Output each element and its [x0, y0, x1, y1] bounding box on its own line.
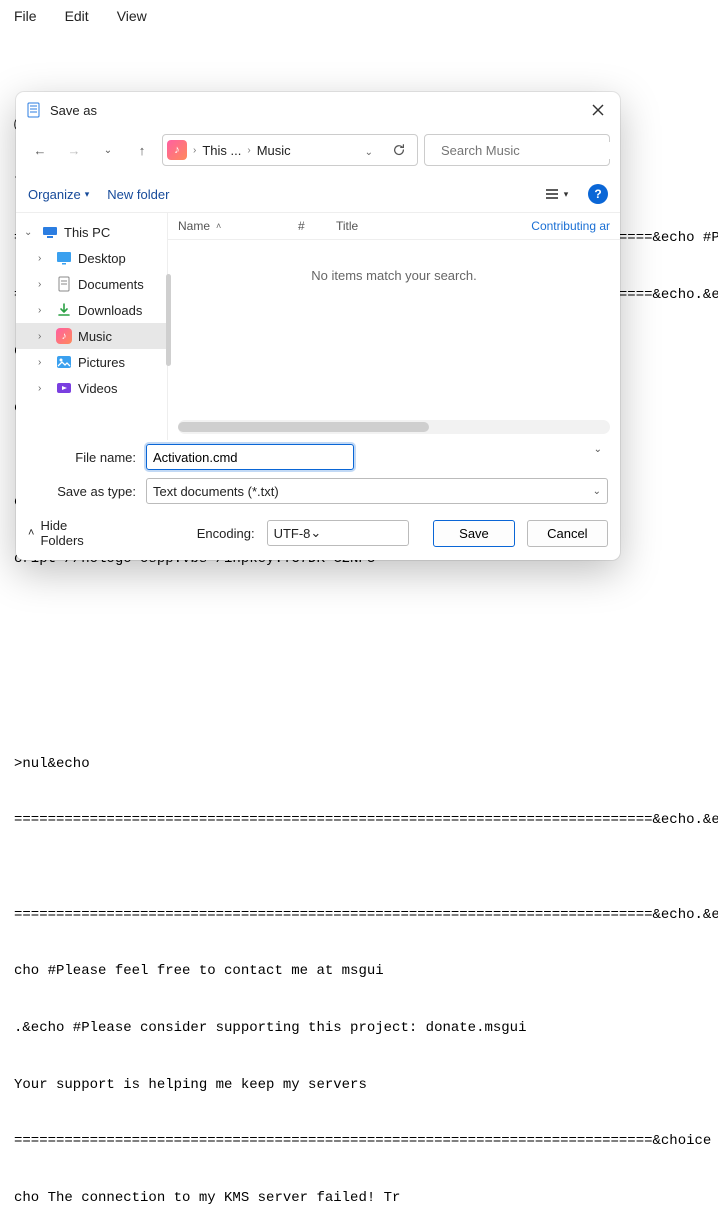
filename-input[interactable]	[146, 444, 354, 470]
chevron-right-icon: ›	[38, 331, 50, 342]
notepad-icon	[26, 102, 42, 118]
encoding-label: Encoding:	[197, 526, 255, 541]
tree-item-music[interactable]: › ♪ Music	[16, 323, 167, 349]
splitter-handle[interactable]	[166, 274, 171, 366]
savetype-row: Save as type: Text documents (*.txt) ⌄	[16, 474, 620, 508]
save-button[interactable]: Save	[433, 520, 514, 547]
tree-item-desktop[interactable]: › Desktop	[16, 245, 167, 271]
editor-line: cho #Please feel free to contact me at m…	[14, 962, 704, 981]
arrow-left-icon: ←	[34, 143, 47, 158]
desktop-icon	[56, 250, 72, 266]
savetype-combo[interactable]: Text documents (*.txt) ⌄	[146, 478, 608, 504]
arrow-up-icon: ↑	[139, 143, 146, 158]
chevron-right-icon: ›	[38, 253, 50, 264]
tree-item-pictures[interactable]: › Pictures	[16, 349, 167, 375]
list-view-icon	[544, 187, 562, 201]
chevron-down-icon: ⌄	[310, 525, 321, 541]
hide-folders-button[interactable]: ˄ Hide Folders	[28, 518, 113, 548]
chevron-right-icon: ›	[193, 145, 196, 156]
horizontal-scrollbar[interactable]	[178, 420, 610, 434]
scrollbar-thumb[interactable]	[178, 422, 429, 432]
music-icon: ♪	[56, 328, 72, 344]
col-contributing[interactable]: Contributing ar	[531, 219, 610, 233]
empty-message: No items match your search.	[168, 240, 620, 420]
chevron-right-icon: ›	[38, 357, 50, 368]
chevron-down-icon: ⌄	[594, 444, 602, 455]
pc-icon	[42, 224, 58, 240]
savetype-label: Save as type:	[28, 484, 136, 499]
filename-label: File name:	[28, 450, 136, 465]
document-icon	[56, 276, 72, 292]
editor-line: ========================================…	[14, 906, 704, 925]
chevron-right-icon: ›	[38, 305, 50, 316]
nav-row: ← → ⌄ ↑ ♪ › This ... › Music ⌄	[16, 130, 620, 176]
col-title[interactable]: Title	[336, 219, 531, 233]
help-button[interactable]: ?	[588, 184, 608, 204]
menu-view[interactable]: View	[117, 8, 147, 24]
menu-edit[interactable]: Edit	[65, 8, 89, 24]
editor-line: .&echo #Please consider supporting this …	[14, 1019, 704, 1038]
editor-line: ========================================…	[14, 811, 704, 830]
arrow-right-icon: →	[68, 143, 81, 158]
chevron-up-icon: ˄	[28, 527, 34, 539]
filename-row: File name: ⌄	[16, 440, 620, 474]
caret-down-icon: ▾	[564, 189, 569, 200]
tree-item-thispc[interactable]: ⌄ This PC	[16, 219, 167, 245]
file-list-area: Name˄ # Title Contributing ar No items m…	[168, 213, 620, 440]
tree-item-videos[interactable]: › Videos	[16, 375, 167, 401]
close-button[interactable]	[584, 98, 612, 122]
editor-line: >nul&echo	[14, 755, 704, 774]
col-name[interactable]: Name˄	[178, 219, 298, 233]
dialog-body: ⌄ This PC › Desktop › Documents › Downlo…	[16, 213, 620, 440]
tree-item-documents[interactable]: › Documents	[16, 271, 167, 297]
save-as-dialog: Save as ← → ⌄ ↑ ♪ › This ... › Music ⌄ O…	[16, 92, 620, 560]
search-input[interactable]	[439, 142, 619, 159]
recent-button[interactable]: ⌄	[94, 136, 122, 164]
sort-asc-icon: ˄	[216, 221, 221, 231]
chevron-down-icon: ⌄	[24, 227, 36, 238]
chevron-down-icon: ⌄	[104, 145, 112, 156]
chevron-right-icon: ›	[38, 279, 50, 290]
search-box[interactable]	[424, 134, 610, 166]
organize-button[interactable]: Organize ▾	[28, 187, 89, 202]
breadcrumb-seg[interactable]: Music	[257, 143, 291, 158]
folder-tree: ⌄ This PC › Desktop › Documents › Downlo…	[16, 213, 168, 440]
editor-line: cho The connection to my KMS server fail…	[14, 1189, 704, 1208]
forward-button[interactable]: →	[60, 136, 88, 164]
titlebar: Save as	[16, 92, 620, 130]
caret-down-icon: ▾	[85, 189, 90, 200]
cancel-button[interactable]: Cancel	[527, 520, 608, 547]
address-bar[interactable]: ♪ › This ... › Music ⌄	[162, 134, 418, 166]
refresh-button[interactable]	[385, 143, 413, 157]
chevron-right-icon: ›	[38, 383, 50, 394]
tree-item-downloads[interactable]: › Downloads	[16, 297, 167, 323]
music-folder-icon: ♪	[167, 140, 187, 160]
editor-line: ========================================…	[14, 1132, 704, 1151]
menu-file[interactable]: File	[14, 8, 37, 24]
column-headers[interactable]: Name˄ # Title Contributing ar	[168, 213, 620, 240]
breadcrumb-seg[interactable]: This ...	[202, 143, 241, 158]
dialog-title: Save as	[50, 103, 576, 118]
pictures-icon	[56, 354, 72, 370]
col-track[interactable]: #	[298, 219, 336, 233]
dialog-footer: ˄ Hide Folders Encoding: UTF-8 ⌄ Save Ca…	[16, 508, 620, 560]
chevron-down-icon: ⌄	[593, 486, 601, 497]
download-icon	[56, 302, 72, 318]
menubar: File Edit View	[0, 0, 718, 32]
refresh-icon	[392, 143, 406, 157]
editor-line: Your support is helping me keep my serve…	[14, 1076, 704, 1095]
back-button[interactable]: ←	[26, 136, 54, 164]
chevron-right-icon: ›	[247, 145, 250, 156]
chevron-down-icon: ⌄	[365, 147, 373, 158]
close-icon	[592, 104, 604, 116]
videos-icon	[56, 380, 72, 396]
encoding-combo[interactable]: UTF-8 ⌄	[267, 520, 410, 546]
up-button[interactable]: ↑	[128, 136, 156, 164]
view-options-button[interactable]: ▾	[542, 182, 570, 206]
filename-dropdown[interactable]: ⌄	[594, 444, 602, 455]
address-dropdown[interactable]: ⌄	[359, 143, 379, 158]
new-folder-button[interactable]: New folder	[107, 187, 169, 202]
toolbar: Organize ▾ New folder ▾ ?	[16, 176, 620, 213]
